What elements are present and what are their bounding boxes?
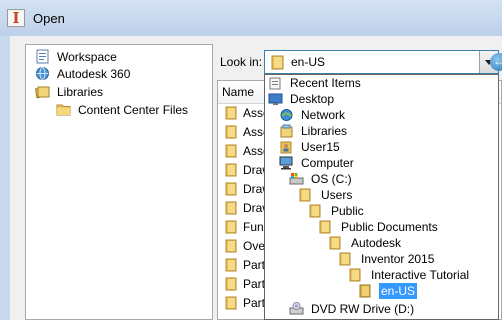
workspace-icon [35, 49, 50, 64]
folder-icon [225, 258, 238, 272]
option-label: Recent Items [290, 76, 361, 90]
libraries-icon [35, 84, 50, 99]
place-label: Workspace [57, 50, 117, 64]
folder-icon [225, 296, 238, 310]
folder-icon [56, 102, 71, 117]
folder-icon [225, 220, 238, 234]
folder-icon [271, 54, 285, 70]
look-in-combobox[interactable]: en-US [264, 50, 499, 74]
folder-icon [225, 201, 238, 215]
option-label: Users [321, 188, 353, 202]
dvd-drive-icon [289, 302, 304, 316]
option-label: Libraries [301, 124, 348, 138]
option-label: Network [301, 108, 346, 122]
option-label: Autodesk [351, 236, 402, 250]
folder-icon [225, 125, 238, 139]
inventor-app-icon: I [7, 9, 25, 27]
globe-icon [35, 66, 50, 81]
folder-icon [319, 220, 332, 234]
recent-items-icon [268, 76, 283, 90]
column-name-header[interactable]: Name [222, 85, 254, 99]
folder-icon [309, 204, 322, 218]
folder-icon [349, 268, 362, 282]
folder-icon [329, 236, 342, 250]
folder-icon [299, 188, 312, 202]
place-label: Libraries [57, 85, 104, 99]
option-label: Computer [301, 156, 354, 170]
folder-icon [339, 252, 352, 266]
computer-icon [279, 156, 294, 170]
folder-icon [225, 277, 238, 291]
folder-icon [225, 239, 238, 253]
back-arrow-icon[interactable]: ← [490, 53, 502, 71]
option-label: OS (C:) [311, 172, 352, 186]
folder-icon [225, 106, 238, 120]
desktop-icon [268, 92, 283, 106]
window-frame-left [0, 36, 10, 320]
user-icon [279, 140, 294, 154]
option-label: Desktop [290, 92, 335, 106]
option-label: Public Documents [341, 220, 438, 234]
folder-icon [225, 144, 238, 158]
drive-icon [289, 172, 304, 186]
file-name: Ove [243, 239, 266, 253]
places-pane: Workspace Autodesk 360 Libraries Content… [25, 44, 213, 320]
option-label: Interactive Tutorial [371, 268, 470, 282]
title-bar[interactable]: I Open [0, 0, 502, 37]
folder-icon [225, 163, 238, 177]
look-in-value: en-US [291, 55, 326, 69]
libraries-icon [279, 124, 294, 138]
option-label: User15 [301, 140, 340, 154]
window-title: Open [33, 11, 65, 26]
dialog-client: Workspace Autodesk 360 Libraries Content… [10, 36, 502, 320]
option-label: DVD RW Drive (D:) [311, 302, 415, 316]
option-label: Public [331, 204, 364, 218]
look-in-label: Look in: [220, 55, 263, 69]
place-label: Content Center Files [78, 103, 189, 117]
option-label: en-US [379, 283, 418, 299]
option-label: Inventor 2015 [361, 252, 435, 266]
network-icon [279, 108, 294, 122]
folder-icon [225, 182, 238, 196]
folder-open-icon [359, 284, 372, 298]
place-label: Autodesk 360 [57, 67, 131, 81]
look-in-dropdown-list: Recent Items Desktop Network Libraries User1… [264, 74, 499, 320]
